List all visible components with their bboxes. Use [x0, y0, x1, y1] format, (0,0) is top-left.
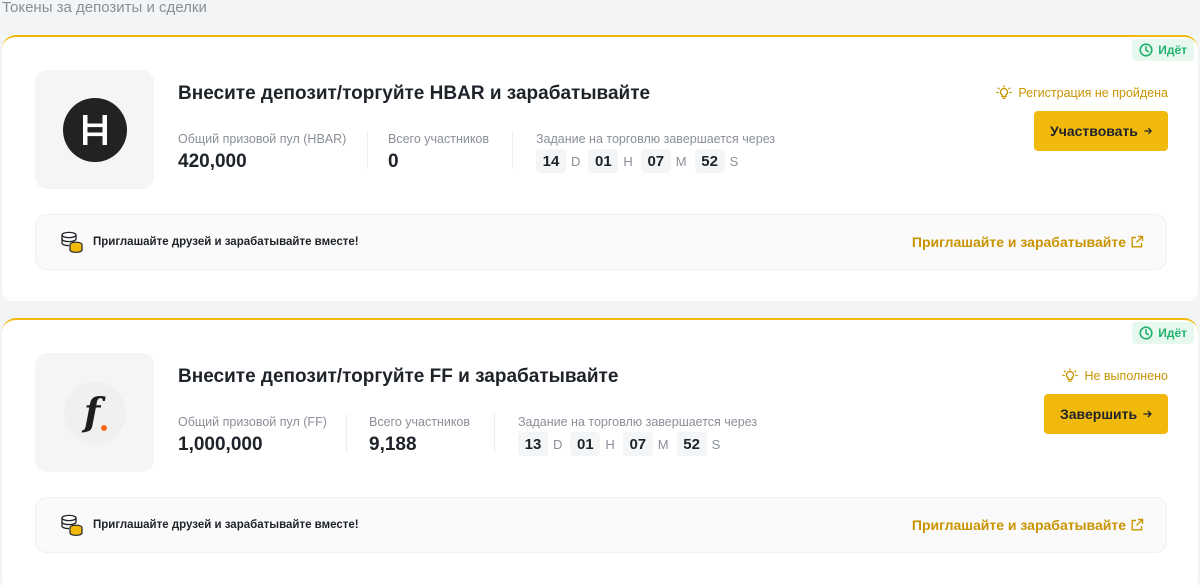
timer-unit-minutes: M	[675, 153, 687, 169]
task-card-ff: Идёт f Внесите депозит/торгуйте FF и зар…	[2, 318, 1198, 585]
prize-pool-value: 1,000,000	[178, 434, 263, 455]
section-title: Токены за депозиты и сделки	[2, 0, 207, 16]
timer-hours: 01	[570, 432, 601, 456]
invite-link-label: Приглашайте и зарабатывайте	[911, 517, 1126, 533]
coins-stack-icon	[61, 231, 83, 253]
invite-link[interactable]: Приглашайте и зарабатывайте	[912, 234, 1144, 250]
participants-label: Всего участников	[369, 415, 471, 429]
countdown-timer: 13 D 01 H 07 M 52 S	[518, 432, 728, 456]
lightbulb-icon	[996, 85, 1013, 99]
status-badge: Идёт	[1132, 39, 1194, 61]
timer-label: Задание на торговлю завершается через	[518, 415, 758, 429]
task-card-hbar: Идёт Внесите депозит/торгуйте HBAR и зар…	[2, 35, 1198, 301]
timer-days: 13	[518, 432, 548, 456]
prize-pool-label: Общий призовой пул (FF)	[178, 415, 327, 429]
arrow-right-icon	[1143, 410, 1152, 418]
countdown-timer: 14 D 01 H 07 M 52 S	[536, 149, 746, 173]
invite-link-label: Приглашайте и зарабатывайте	[911, 234, 1126, 250]
external-link-icon	[1131, 518, 1144, 531]
timer-minutes: 07	[622, 432, 653, 456]
timer-unit-seconds: S	[711, 436, 721, 452]
participants: Всего участников 9,188	[369, 414, 470, 456]
timer-hours: 01	[588, 149, 619, 173]
registration-status-label: Регистрация не пройдена	[1018, 86, 1168, 100]
prize-pool-value: 420,000	[178, 151, 247, 172]
invite-text: Приглашайте друзей и зарабатывайте вмест…	[93, 236, 359, 248]
timer-unit-minutes: M	[657, 436, 669, 452]
task-title: Внесите депозит/торгуйте FF и зарабатыва…	[178, 366, 619, 387]
completion-status-label: Не выполнено	[1084, 369, 1168, 383]
complete-button[interactable]: Завершить	[1044, 394, 1168, 434]
timer-minutes: 07	[640, 149, 671, 173]
clock-icon	[1139, 43, 1153, 57]
timer-label: Задание на торговлю завершается через	[536, 132, 776, 146]
divider	[367, 131, 368, 169]
timer-seconds: 52	[676, 432, 707, 456]
participants: Всего участников 0	[388, 131, 489, 173]
timer-section: Задание на торговлю завершается через	[536, 131, 775, 147]
participants-value: 0	[388, 151, 399, 172]
completion-status: Не выполнено	[1062, 368, 1168, 384]
divider	[346, 414, 347, 452]
complete-button-label: Завершить	[1060, 406, 1138, 422]
arrow-right-icon	[1144, 127, 1152, 135]
invite-banner: Приглашайте друзей и зарабатывайте вмест…	[35, 497, 1167, 553]
clock-icon	[1139, 326, 1153, 340]
timer-section: Задание на торговлю завершается через	[518, 414, 757, 430]
invite-text: Приглашайте друзей и зарабатывайте вмест…	[93, 519, 359, 531]
hbar-logo-icon	[62, 97, 127, 162]
token-logo: f	[35, 353, 154, 472]
timer-unit-seconds: S	[729, 153, 739, 169]
divider	[494, 414, 495, 452]
participants-label: Всего участников	[388, 132, 490, 146]
timer-unit-days: D	[553, 436, 563, 452]
prize-pool-label: Общий призовой пул (HBAR)	[178, 132, 347, 146]
registration-status: Регистрация не пройдена	[996, 85, 1168, 101]
timer-seconds: 52	[694, 149, 725, 173]
prize-pool: Общий призовой пул (HBAR) 420,000	[178, 131, 346, 173]
participate-button[interactable]: Участвовать	[1034, 111, 1168, 151]
invite-link[interactable]: Приглашайте и зарабатывайте	[912, 517, 1144, 533]
task-title: Внесите депозит/торгуйте HBAR и зарабаты…	[178, 83, 651, 104]
ff-logo-icon: f	[63, 381, 126, 444]
external-link-icon	[1131, 235, 1144, 248]
invite-banner: Приглашайте друзей и зарабатывайте вмест…	[35, 214, 1167, 270]
timer-days: 14	[536, 149, 566, 173]
timer-unit-hours: H	[605, 436, 615, 452]
participate-button-label: Участвовать	[1050, 123, 1138, 139]
coins-stack-icon	[61, 514, 83, 536]
status-badge-label: Идёт	[1158, 326, 1187, 340]
status-badge-label: Идёт	[1158, 43, 1187, 57]
token-logo	[35, 70, 154, 189]
lightbulb-icon	[1062, 368, 1079, 382]
prize-pool: Общий призовой пул (FF) 1,000,000	[178, 414, 327, 456]
divider	[512, 131, 513, 169]
timer-unit-days: D	[571, 153, 581, 169]
timer-unit-hours: H	[623, 153, 633, 169]
participants-value: 9,188	[369, 434, 417, 455]
status-badge: Идёт	[1132, 322, 1194, 344]
